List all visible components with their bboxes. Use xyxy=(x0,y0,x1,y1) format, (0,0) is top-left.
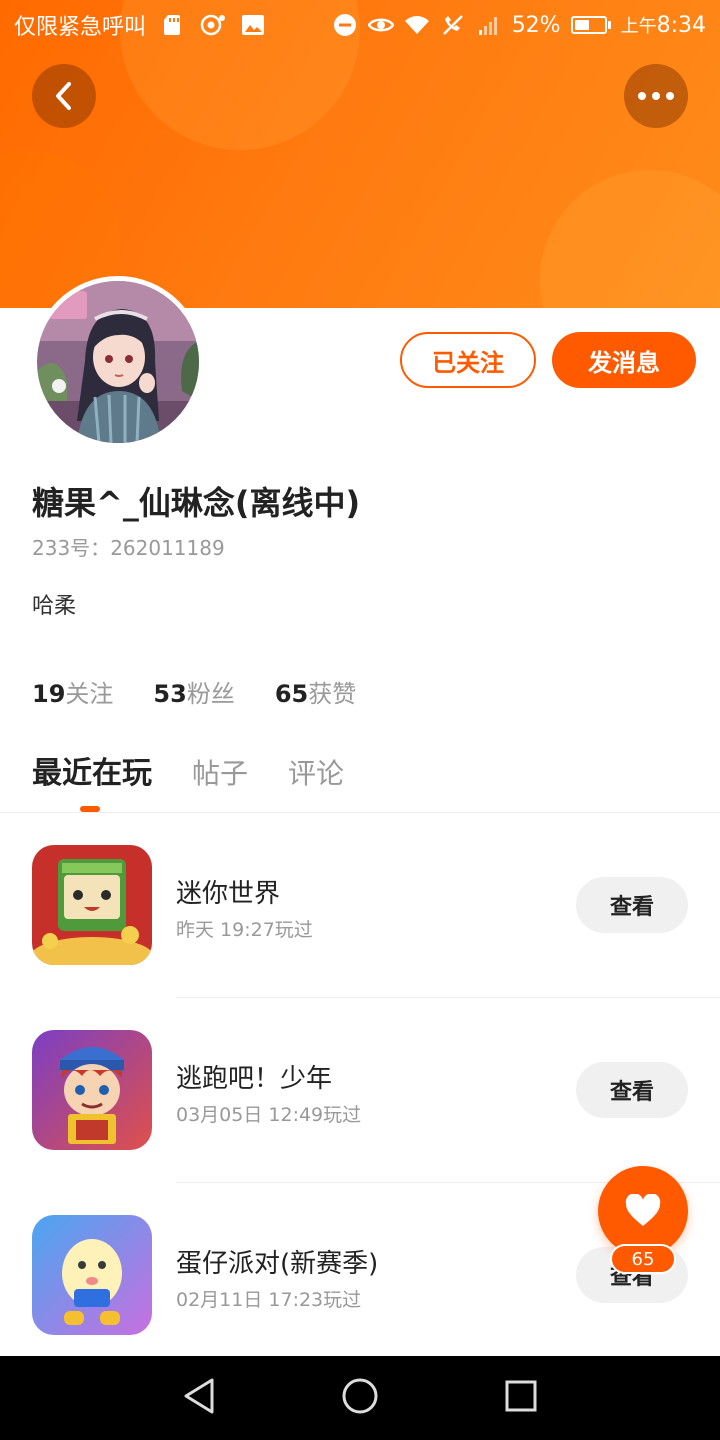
tab-posts[interactable]: 帖子 xyxy=(192,752,248,792)
user-id: 233号：262011189 xyxy=(32,532,225,561)
stat-value: 19 xyxy=(32,680,66,708)
more-options-button[interactable] xyxy=(624,64,688,128)
game-played-time: 昨天 19:27玩过 xyxy=(176,919,313,941)
avatar[interactable] xyxy=(32,276,204,448)
tab-recently-played[interactable]: 最近在玩 xyxy=(32,748,152,792)
profile-stats: 19关注 53粉丝 65获赞 xyxy=(32,674,356,709)
game-icon-run-boy xyxy=(32,1030,152,1150)
chevron-left-icon xyxy=(56,82,71,110)
list-item[interactable]: 逃跑吧！少年 03月05日 12:49玩过 查看 xyxy=(0,998,720,1183)
avatar-illustration xyxy=(37,281,199,443)
tab-comments[interactable]: 评论 xyxy=(288,752,344,792)
stat-label: 获赞 xyxy=(308,680,357,708)
following-button[interactable]: 已关注 xyxy=(400,332,536,388)
game-icon-mini-world xyxy=(32,845,152,965)
game-name: 逃跑吧！少年 xyxy=(176,1064,333,1094)
game-played-time: 03月05日 12:49玩过 xyxy=(176,1104,362,1126)
status-bar: 仅限紧急呼叫 52% 上午8:34 xyxy=(0,0,720,50)
like-button[interactable] xyxy=(598,1166,688,1256)
sd-card-icon xyxy=(160,12,186,38)
game-name: 迷你世界 xyxy=(176,879,281,909)
stat-value: 65 xyxy=(274,680,309,708)
view-game-button[interactable]: 查看 xyxy=(576,1062,688,1118)
image-icon xyxy=(240,12,266,38)
game-played-time: 02月11日 17:23玩过 xyxy=(176,1289,362,1311)
list-item[interactable]: 迷你世界 昨天 19:27玩过 查看 xyxy=(0,813,720,998)
hotspot-icon xyxy=(200,12,226,38)
battery-icon xyxy=(570,16,611,34)
stat-following[interactable]: 19关注 xyxy=(32,674,113,709)
battery-percent: 52% xyxy=(511,12,561,38)
stat-value: 53 xyxy=(153,680,187,708)
game-name: 蛋仔派对(新赛季) xyxy=(176,1249,379,1279)
home-circle-icon[interactable] xyxy=(341,1377,379,1419)
profile-bio: 哈柔 xyxy=(32,594,77,619)
back-button[interactable] xyxy=(32,64,96,128)
view-game-button[interactable]: 查看 xyxy=(576,877,688,933)
system-nav-bar xyxy=(0,1356,720,1440)
profile-tabs: 最近在玩 帖子 评论 xyxy=(32,748,344,792)
signal-icon xyxy=(476,12,502,38)
game-icon-eggy-party xyxy=(32,1215,152,1335)
clock: 8:34 xyxy=(656,13,706,38)
time-ampm: 上午 xyxy=(620,16,657,37)
like-count-badge: 65 xyxy=(610,1244,676,1274)
user-id-value: 262011189 xyxy=(110,536,225,560)
stat-label: 粉丝 xyxy=(186,680,235,708)
carrier-text: 仅限紧急呼叫 xyxy=(14,15,147,40)
send-message-button[interactable]: 发消息 xyxy=(552,332,696,388)
stat-label: 关注 xyxy=(65,680,114,708)
more-dots-icon xyxy=(638,92,674,100)
stat-likes[interactable]: 65获赞 xyxy=(275,674,356,709)
user-id-label: 233号： xyxy=(32,536,111,560)
wifi-icon xyxy=(404,12,430,38)
stat-followers[interactable]: 53粉丝 xyxy=(153,674,234,709)
recent-games-list: 迷你世界 昨天 19:27玩过 查看 逃跑吧！少年 03月05日 12:49玩过… xyxy=(0,813,720,1368)
banner-decoration xyxy=(540,170,720,308)
dnd-icon xyxy=(332,12,358,38)
heart-icon xyxy=(625,1194,661,1226)
recents-square-icon[interactable] xyxy=(504,1379,538,1417)
no-call-icon xyxy=(440,12,466,38)
eye-icon xyxy=(367,12,394,38)
back-triangle-icon[interactable] xyxy=(182,1377,216,1419)
profile-nickname: 糖果^_仙琳念(离线中) xyxy=(32,484,361,522)
